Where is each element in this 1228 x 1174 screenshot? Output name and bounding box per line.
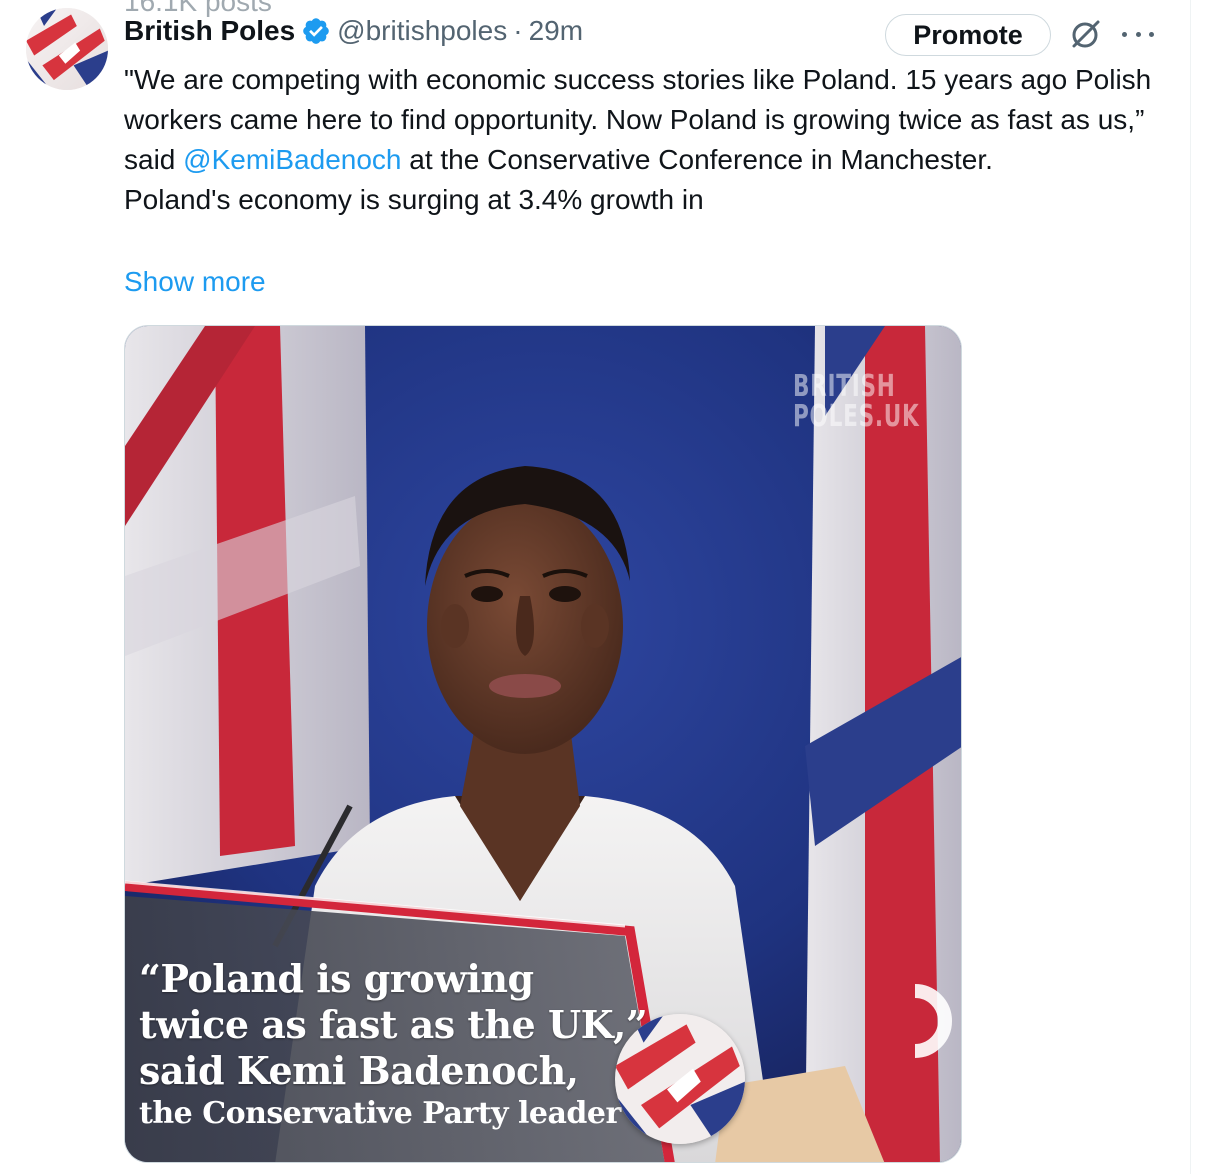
union-jack-logo-icon — [26, 8, 108, 90]
watermark: BRITISH POLES.UK — [793, 372, 920, 432]
dot-icon — [1135, 31, 1141, 37]
post-text-segment: at the Conservative Conference in Manche… — [401, 144, 993, 175]
promote-button[interactable]: Promote — [885, 14, 1051, 56]
quote-line: said Kemi Badenoch, — [139, 1048, 579, 1093]
post-image[interactable]: BRITISH POLES.UK “Poland is growing twic… — [124, 325, 962, 1163]
quote-line: twice as fast as the UK,” — [139, 1002, 648, 1047]
show-more-link[interactable]: Show more — [124, 262, 266, 302]
union-jack-badge-icon — [615, 1014, 745, 1144]
quote-line: “Poland is growing — [139, 956, 534, 1001]
avatar[interactable] — [26, 8, 108, 90]
post-timestamp[interactable]: 29m — [529, 15, 583, 47]
dot-icon — [1149, 31, 1154, 37]
verified-badge-icon[interactable] — [301, 16, 331, 46]
post-text-paragraph: "We are competing with economic success … — [124, 60, 1174, 180]
post-header: British Poles @britishpoles · 29m — [124, 12, 583, 50]
display-name[interactable]: British Poles — [124, 15, 295, 47]
quote-attribution: the Conservative Party leader — [139, 1096, 621, 1131]
separator-dot: · — [513, 15, 523, 46]
more-icon[interactable] — [1118, 22, 1158, 46]
column-divider — [1190, 0, 1191, 1174]
grok-icon[interactable] — [1068, 18, 1102, 52]
mention-link[interactable]: @KemiBadenoch — [183, 144, 401, 175]
dot-icon — [1122, 31, 1127, 37]
quote-caption: “Poland is growing twice as fast as the … — [139, 956, 659, 1134]
watermark-line: POLES.UK — [793, 399, 920, 434]
post-text-line: Poland's economy is surging at 3.4% grow… — [124, 184, 704, 215]
user-handle[interactable]: @britishpoles — [337, 15, 507, 47]
post-text: "We are competing with economic success … — [124, 60, 1174, 220]
watermark-line: BRITISH — [793, 369, 896, 404]
